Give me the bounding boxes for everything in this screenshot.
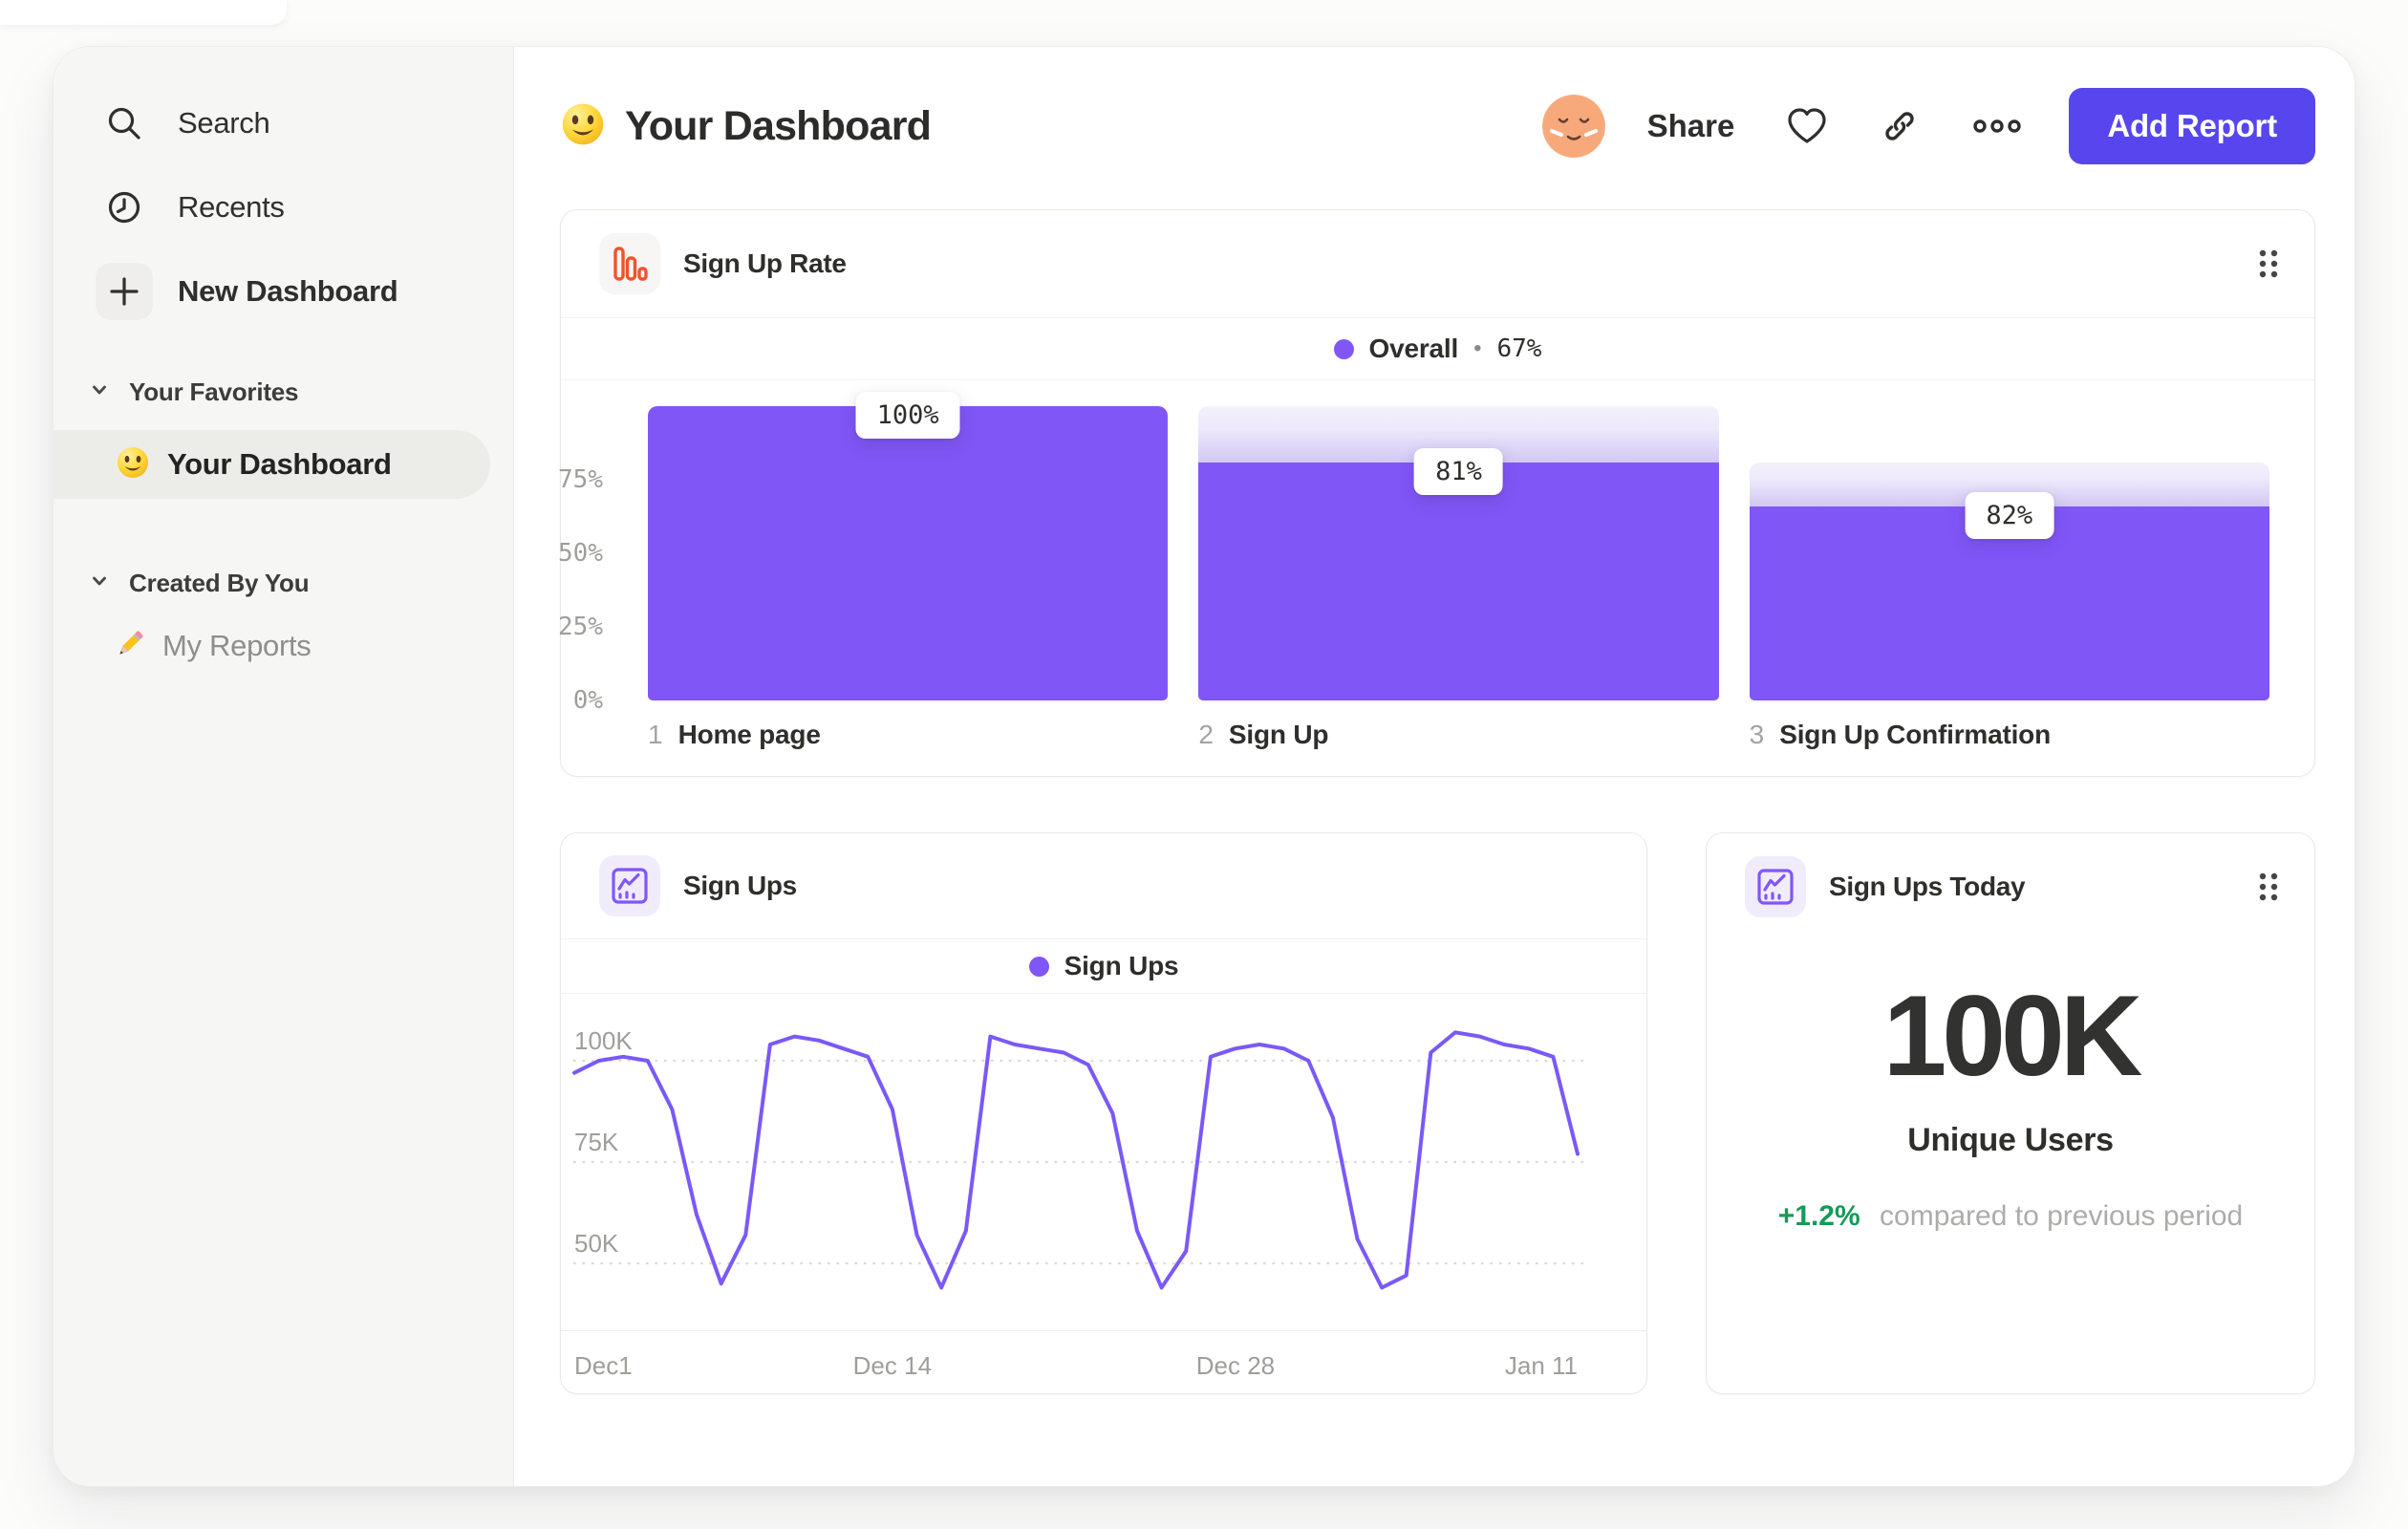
card-header: Sign Ups xyxy=(561,833,1646,939)
section-label: Created By You xyxy=(129,568,310,597)
sign-ups-series-line xyxy=(572,1030,1580,1290)
legend-dot xyxy=(1333,338,1354,359)
card-header: Sign Up Rate xyxy=(561,210,2314,318)
funnel-legend[interactable]: Overall • 67% xyxy=(561,318,2314,380)
funnel-step: 100% 1 Home page xyxy=(648,392,1169,750)
x-axis-tick: Jan 11 xyxy=(1504,1351,1578,1380)
smiley-emoji-icon xyxy=(116,445,150,485)
search-icon xyxy=(96,95,153,152)
metric-value: 100K xyxy=(1882,972,2143,1100)
funnel-step-label: 1 Home page xyxy=(648,720,821,749)
card-header: Sign Ups Today xyxy=(1707,833,2314,940)
x-axis-line xyxy=(561,1330,1646,1331)
card-title: Sign Up Rate xyxy=(683,248,847,278)
x-axis-tick: Dec 28 xyxy=(1195,1351,1276,1380)
sidebar-item-search[interactable]: Search xyxy=(54,93,513,154)
sidebar-section-your-favorites[interactable]: Your Favorites xyxy=(54,373,513,411)
delta-percent: +1.2% xyxy=(1777,1200,1860,1232)
conversion-tooltip: 81% xyxy=(1414,447,1503,495)
legend-value: 67% xyxy=(1496,334,1542,363)
chevron-down-icon xyxy=(89,571,110,596)
funnel-chart-icon xyxy=(599,233,660,294)
dashboard-title-emoji smiley-emoji-icon xyxy=(560,101,606,152)
y-axis-tick: 0% xyxy=(572,686,603,715)
y-axis-tick: 50% xyxy=(558,539,603,568)
header-actions: Share Add Report xyxy=(1541,88,2315,164)
sidebar-item-your-dashboard-selected[interactable]: Your Dashboard xyxy=(54,430,490,499)
funnel-step: 82% 3 Sign Up Confirmation xyxy=(1749,406,2269,750)
conversion-tooltip: 82% xyxy=(1965,491,2054,539)
sidebar-item-label: My Reports xyxy=(162,629,312,662)
add-report-button[interactable]: Add Report xyxy=(2069,88,2315,164)
sidebar-section-created-by-you[interactable]: Created By You xyxy=(54,564,513,602)
funnel-bars: 100% 1 Home page 81% 2 Sign Up 82% 3 Sign Up Con… xyxy=(648,392,2269,750)
sidebar-item-label: Your Dashboard xyxy=(167,447,392,481)
funnel-chart: 75% 50% 25% 0% 100% 1 Home page 81% 2 Sign Up 82%… xyxy=(558,392,2269,750)
x-axis-labels: Dec1 Dec 14 Dec 28 Jan 11 xyxy=(574,1351,1578,1384)
sidebar-item-new-dashboard[interactable]: New Dashboard xyxy=(54,261,513,322)
sidebar-item-my-reports[interactable]: My Reports xyxy=(54,623,513,669)
metric-delta: +1.2% compared to previous period xyxy=(1707,1200,2314,1233)
sign-up-rate-card: Sign Up Rate Overall • 67% 75% 50% 25% 0% 1… xyxy=(558,209,2315,777)
y-axis-tick: 25% xyxy=(558,613,603,641)
line-chart-icon xyxy=(1745,856,1806,917)
card-title: Sign Ups xyxy=(683,871,797,900)
sidebar-item-label: Recents xyxy=(178,190,285,224)
dashboard-header: Your Dashboard Share Add Report xyxy=(560,85,2315,167)
screen: Search Recents New Dashboard Your Favori… xyxy=(0,0,2408,1529)
drag-handle-icon[interactable] xyxy=(2257,248,2280,280)
sign-ups-today-card: Sign Ups Today 100K Unique Users +1.2% c… xyxy=(1706,832,2315,1394)
delta-description: compared to previous period xyxy=(1880,1200,2244,1232)
sign-ups-card: Sign Ups Sign Ups 100K 75K 50K Dec1 Dec 14 D… xyxy=(560,832,1647,1394)
sidebar: Search Recents New Dashboard Your Favori… xyxy=(54,47,514,1486)
pencil-emoji-icon xyxy=(113,627,147,666)
line-legend[interactable]: Sign Ups xyxy=(561,939,1646,994)
sidebar-item-label: Search xyxy=(178,106,270,140)
legend-label: Overall xyxy=(1368,334,1459,363)
conversion-tooltip: 100% xyxy=(855,392,960,439)
y-axis-tick: 75% xyxy=(558,465,603,494)
copy-link-icon[interactable] xyxy=(1880,106,1920,146)
y-axis-tick: 100K xyxy=(574,1026,633,1055)
card-title: Sign Ups Today xyxy=(1829,872,2026,901)
legend-dot xyxy=(1028,956,1049,977)
avatar[interactable] xyxy=(1541,95,1605,158)
chevron-down-icon xyxy=(89,379,110,405)
x-axis-tick: Dec 14 xyxy=(852,1351,933,1380)
page-title: Your Dashboard xyxy=(625,102,932,149)
funnel-bar[interactable] xyxy=(1198,462,1719,700)
sign-ups-line-chart[interactable]: 100K 75K 50K xyxy=(572,1005,1593,1330)
x-axis-tick: Dec1 xyxy=(574,1351,633,1380)
funnel-bar[interactable] xyxy=(648,406,1169,700)
clock-icon xyxy=(96,179,153,236)
background-window-artifact xyxy=(0,0,287,25)
sidebar-item-label: New Dashboard xyxy=(178,274,398,308)
y-axis-tick: 50K xyxy=(574,1229,619,1258)
legend-label: Sign Ups xyxy=(1064,951,1179,980)
main-content: Your Dashboard Share Add Report Sign Up … xyxy=(514,47,2354,1486)
share-button[interactable]: Share xyxy=(1647,108,1735,144)
app-window: Search Recents New Dashboard Your Favori… xyxy=(53,46,2355,1487)
legend-separator: • xyxy=(1473,335,1482,361)
funnel-step: 81% 2 Sign Up xyxy=(1198,406,1719,750)
line-chart-icon xyxy=(599,855,660,916)
y-axis-tick: 75K xyxy=(574,1128,619,1156)
favorite-heart-icon[interactable] xyxy=(1786,107,1828,145)
funnel-y-axis: 75% 50% 25% 0% xyxy=(558,406,620,715)
plus-icon xyxy=(96,263,153,320)
drag-handle-icon[interactable] xyxy=(2257,871,2280,903)
funnel-step-label: 3 Sign Up Confirmation xyxy=(1749,720,2052,749)
section-label: Your Favorites xyxy=(129,377,299,406)
funnel-step-label: 2 Sign Up xyxy=(1198,720,1329,749)
more-options-icon[interactable] xyxy=(1971,117,2023,136)
sidebar-item-recents[interactable]: Recents xyxy=(54,177,513,238)
metric-label: Unique Users xyxy=(1907,1122,2114,1158)
